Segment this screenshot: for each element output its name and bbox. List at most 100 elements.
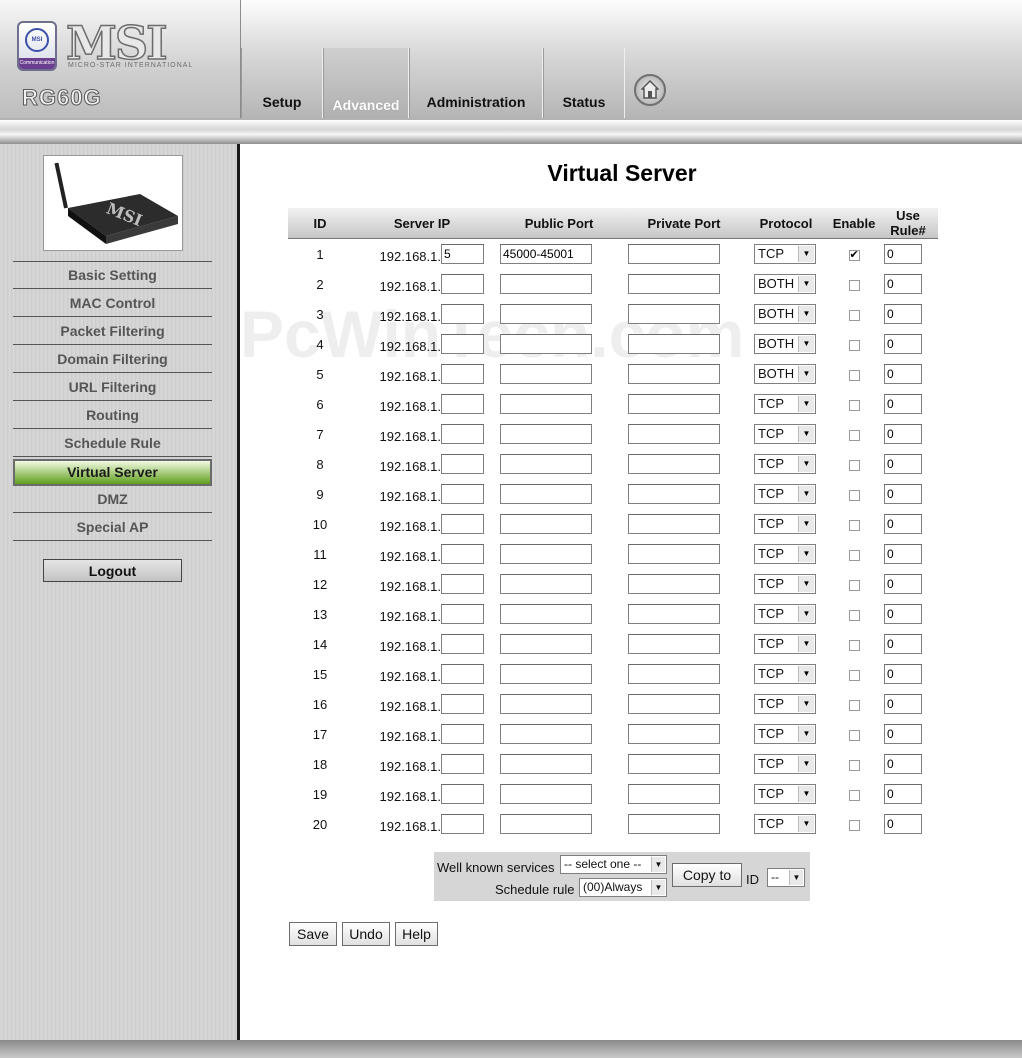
private-port-input[interactable] bbox=[628, 664, 720, 684]
private-port-input[interactable] bbox=[628, 694, 720, 714]
tab-status[interactable]: Status bbox=[543, 48, 625, 118]
server-ip-input[interactable] bbox=[441, 304, 484, 324]
server-ip-input[interactable] bbox=[441, 454, 484, 474]
use-rule-input[interactable] bbox=[884, 484, 922, 504]
protocol-select[interactable]: TCP ▼ bbox=[754, 694, 816, 714]
enable-checkbox[interactable] bbox=[848, 279, 860, 291]
use-rule-input[interactable] bbox=[884, 334, 922, 354]
server-ip-input[interactable] bbox=[441, 334, 484, 354]
use-rule-input[interactable] bbox=[884, 574, 922, 594]
public-port-input[interactable] bbox=[500, 724, 592, 744]
sidebar-item-domain-filtering[interactable]: Domain Filtering bbox=[13, 346, 212, 373]
private-port-input[interactable] bbox=[628, 454, 720, 474]
server-ip-input[interactable] bbox=[441, 244, 484, 264]
private-port-input[interactable] bbox=[628, 274, 720, 294]
server-ip-input[interactable] bbox=[441, 274, 484, 294]
public-port-input[interactable] bbox=[500, 544, 592, 564]
public-port-input[interactable] bbox=[500, 244, 592, 264]
protocol-select[interactable]: TCP ▼ bbox=[754, 634, 816, 654]
use-rule-input[interactable] bbox=[884, 454, 922, 474]
use-rule-input[interactable] bbox=[884, 754, 922, 774]
protocol-select[interactable]: TCP ▼ bbox=[754, 484, 816, 504]
sidebar-item-packet-filtering[interactable]: Packet Filtering bbox=[13, 318, 212, 345]
use-rule-input[interactable] bbox=[884, 274, 922, 294]
sidebar-item-virtual-server[interactable]: Virtual Server bbox=[13, 459, 212, 486]
use-rule-input[interactable] bbox=[884, 394, 922, 414]
enable-checkbox[interactable] bbox=[848, 789, 860, 801]
use-rule-input[interactable] bbox=[884, 514, 922, 534]
public-port-input[interactable] bbox=[500, 394, 592, 414]
well-known-services-select[interactable]: -- select one -- ▼ bbox=[560, 855, 667, 874]
private-port-input[interactable] bbox=[628, 814, 720, 834]
private-port-input[interactable] bbox=[628, 514, 720, 534]
sidebar-item-routing[interactable]: Routing bbox=[13, 402, 212, 429]
use-rule-input[interactable] bbox=[884, 364, 922, 384]
public-port-input[interactable] bbox=[500, 664, 592, 684]
use-rule-input[interactable] bbox=[884, 244, 922, 264]
public-port-input[interactable] bbox=[500, 274, 592, 294]
use-rule-input[interactable] bbox=[884, 634, 922, 654]
use-rule-input[interactable] bbox=[884, 604, 922, 624]
server-ip-input[interactable] bbox=[441, 364, 484, 384]
protocol-select[interactable]: TCP ▼ bbox=[754, 454, 816, 474]
public-port-input[interactable] bbox=[500, 754, 592, 774]
private-port-input[interactable] bbox=[628, 754, 720, 774]
protocol-select[interactable]: TCP ▼ bbox=[754, 754, 816, 774]
protocol-select[interactable]: TCP ▼ bbox=[754, 394, 816, 414]
protocol-select[interactable]: TCP ▼ bbox=[754, 514, 816, 534]
server-ip-input[interactable] bbox=[441, 604, 484, 624]
server-ip-input[interactable] bbox=[441, 484, 484, 504]
sidebar-item-basic-setting[interactable]: Basic Setting bbox=[13, 262, 212, 289]
use-rule-input[interactable] bbox=[884, 664, 922, 684]
private-port-input[interactable] bbox=[628, 334, 720, 354]
private-port-input[interactable] bbox=[628, 364, 720, 384]
server-ip-input[interactable] bbox=[441, 394, 484, 414]
server-ip-input[interactable] bbox=[441, 784, 484, 804]
sidebar-item-special-ap[interactable]: Special AP bbox=[13, 514, 212, 541]
save-button[interactable]: Save bbox=[289, 922, 337, 946]
private-port-input[interactable] bbox=[628, 574, 720, 594]
enable-checkbox[interactable] bbox=[848, 819, 860, 831]
enable-checkbox[interactable] bbox=[848, 759, 860, 771]
schedule-rule-select[interactable]: (00)Always ▼ bbox=[579, 878, 667, 897]
public-port-input[interactable] bbox=[500, 574, 592, 594]
server-ip-input[interactable] bbox=[441, 574, 484, 594]
server-ip-input[interactable] bbox=[441, 814, 484, 834]
enable-checkbox[interactable] bbox=[848, 309, 860, 321]
public-port-input[interactable] bbox=[500, 514, 592, 534]
private-port-input[interactable] bbox=[628, 424, 720, 444]
use-rule-input[interactable] bbox=[884, 814, 922, 834]
enable-checkbox[interactable]: ✔ bbox=[848, 249, 860, 261]
server-ip-input[interactable] bbox=[441, 514, 484, 534]
enable-checkbox[interactable] bbox=[848, 459, 860, 471]
enable-checkbox[interactable] bbox=[848, 669, 860, 681]
public-port-input[interactable] bbox=[500, 334, 592, 354]
public-port-input[interactable] bbox=[500, 454, 592, 474]
help-button[interactable]: Help bbox=[395, 922, 438, 946]
enable-checkbox[interactable] bbox=[848, 579, 860, 591]
protocol-select[interactable]: TCP ▼ bbox=[754, 784, 816, 804]
server-ip-input[interactable] bbox=[441, 664, 484, 684]
sidebar-item-dmz[interactable]: DMZ bbox=[13, 486, 212, 513]
protocol-select[interactable]: BOTH ▼ bbox=[754, 304, 816, 324]
sidebar-item-schedule-rule[interactable]: Schedule Rule bbox=[13, 430, 212, 457]
home-button[interactable] bbox=[634, 74, 666, 106]
protocol-select[interactable]: TCP ▼ bbox=[754, 544, 816, 564]
enable-checkbox[interactable] bbox=[848, 369, 860, 381]
private-port-input[interactable] bbox=[628, 784, 720, 804]
private-port-input[interactable] bbox=[628, 484, 720, 504]
public-port-input[interactable] bbox=[500, 634, 592, 654]
enable-checkbox[interactable] bbox=[848, 519, 860, 531]
use-rule-input[interactable] bbox=[884, 544, 922, 564]
use-rule-input[interactable] bbox=[884, 304, 922, 324]
server-ip-input[interactable] bbox=[441, 694, 484, 714]
public-port-input[interactable] bbox=[500, 304, 592, 324]
private-port-input[interactable] bbox=[628, 724, 720, 744]
sidebar-item-url-filtering[interactable]: URL Filtering bbox=[13, 374, 212, 401]
copy-id-select[interactable]: -- ▼ bbox=[767, 868, 805, 887]
enable-checkbox[interactable] bbox=[848, 639, 860, 651]
protocol-select[interactable]: BOTH ▼ bbox=[754, 364, 816, 384]
server-ip-input[interactable] bbox=[441, 424, 484, 444]
use-rule-input[interactable] bbox=[884, 694, 922, 714]
protocol-select[interactable]: TCP ▼ bbox=[754, 664, 816, 684]
